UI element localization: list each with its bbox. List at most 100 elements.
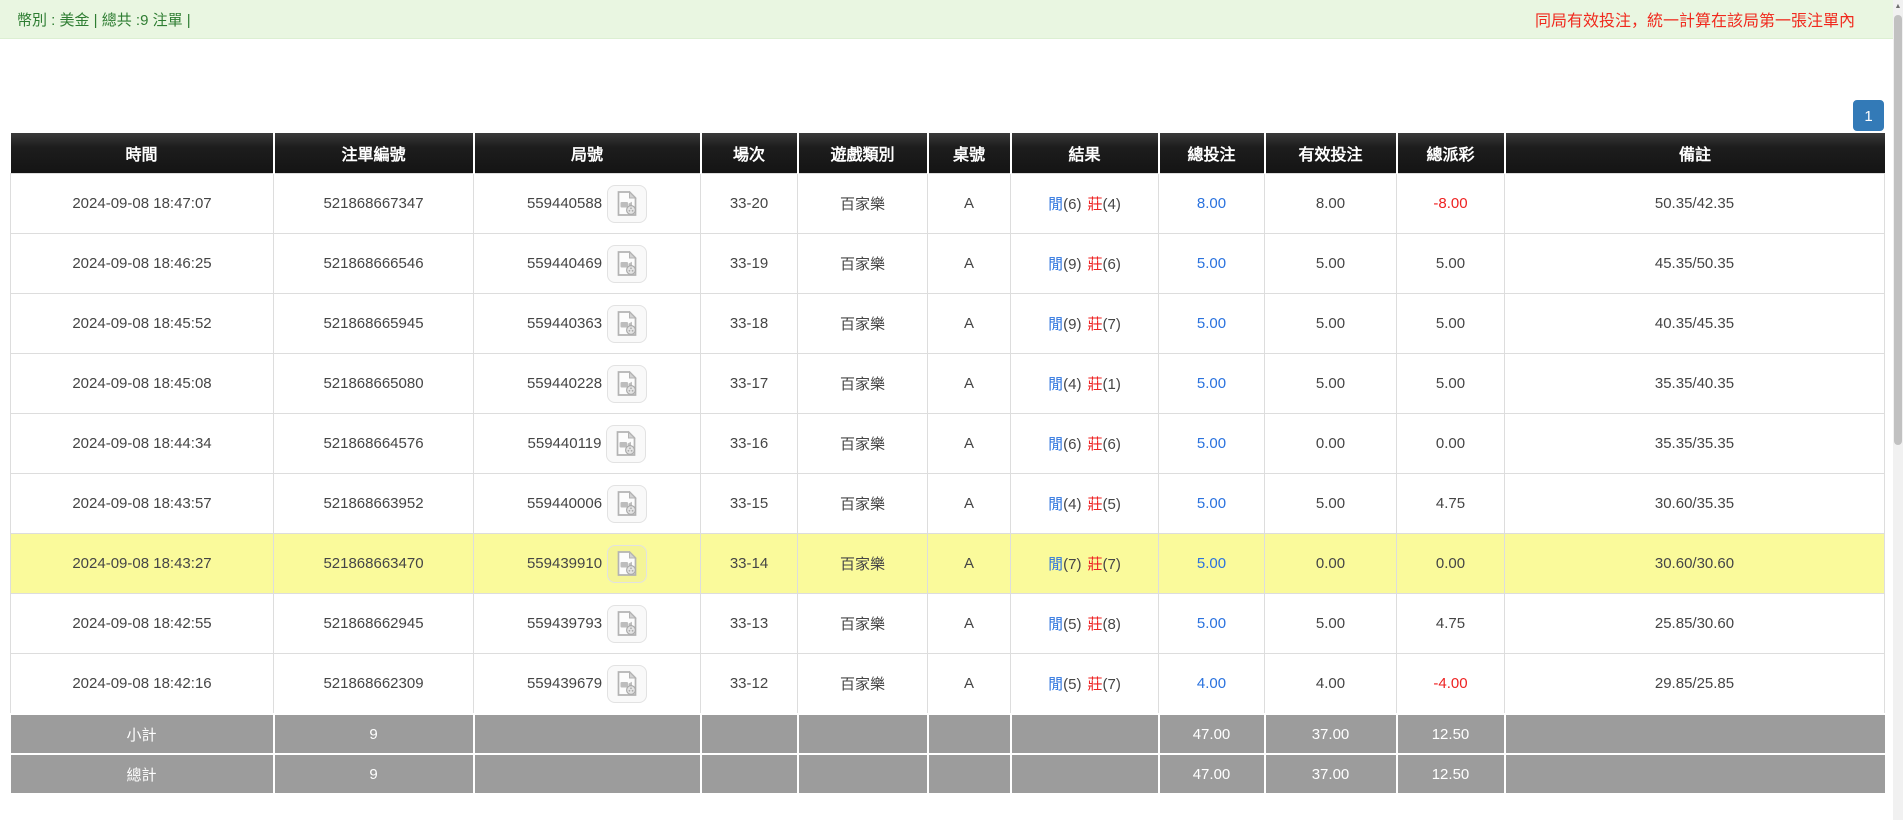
cell-table-no: A <box>927 473 1011 534</box>
cell-valid-bet: 5.00 <box>1264 473 1397 534</box>
subtotal-count: 9 <box>273 713 475 755</box>
player-result-score: (9) <box>1063 256 1082 273</box>
up-arrow-icon[interactable]: ▲ <box>1893 0 1903 14</box>
total-bet-link[interactable]: 5.00 <box>1197 315 1226 332</box>
header-game-type: 遊戲類別 <box>797 133 929 174</box>
video-replay-button[interactable] <box>606 424 647 463</box>
cell-payout: 5.00 <box>1396 233 1505 294</box>
cell-session: 33-19 <box>700 233 798 294</box>
cell-time: 2024-09-08 18:45:52 <box>10 293 274 354</box>
header-time: 時間 <box>10 133 275 174</box>
banker-result-score: (5) <box>1102 496 1121 513</box>
banker-result-score: (1) <box>1102 376 1121 393</box>
scrollbar[interactable]: ▲ <box>1893 0 1903 820</box>
total-bet-link[interactable]: 5.00 <box>1197 615 1226 632</box>
video-replay-button[interactable] <box>607 364 648 403</box>
table-row: 2024-09-08 18:47:07 521868667347 559440588… <box>10 173 1885 234</box>
cell-result: 閒(6) 莊(4) <box>1010 173 1159 234</box>
grand-total-count: 9 <box>273 753 475 795</box>
table-footer: 小計 9 47.00 37.00 12.50 總計 9 47.00 37.00 … <box>10 713 1885 795</box>
cell-session: 33-20 <box>700 173 798 234</box>
grand-total-label: 總計 <box>10 753 275 795</box>
player-result-score: (6) <box>1063 436 1082 453</box>
cell-result: 閒(7) 莊(7) <box>1010 533 1159 594</box>
cell-remark: 45.35/50.35 <box>1504 233 1885 294</box>
bet-records-table: 時間 注單編號 局號 場次 遊戲類別 桌號 結果 總投注 有效投注 總派彩 備註… <box>10 133 1885 795</box>
video-replay-icon <box>617 670 637 696</box>
player-result-score: (6) <box>1063 196 1082 213</box>
subtotal-row: 小計 9 47.00 37.00 12.50 <box>10 713 1885 755</box>
cell-time: 2024-09-08 18:47:07 <box>10 173 274 234</box>
total-bet-link[interactable]: 5.00 <box>1197 495 1226 512</box>
header-total-bet: 總投注 <box>1158 133 1266 174</box>
cell-round: 559440469 <box>473 233 701 294</box>
video-replay-icon <box>617 250 637 276</box>
header-payout: 總派彩 <box>1396 133 1506 174</box>
cell-game-type: 百家樂 <box>797 653 928 715</box>
video-replay-icon <box>617 310 637 336</box>
player-result-label: 閒 <box>1048 256 1064 273</box>
payout-value: 5.00 <box>1435 315 1466 332</box>
total-bet-link[interactable]: 8.00 <box>1197 195 1226 212</box>
pagination: 1 <box>10 100 1884 131</box>
video-replay-icon <box>617 370 637 396</box>
banker-result-label: 莊 <box>1087 496 1103 513</box>
cell-round: 559440006 <box>473 473 701 534</box>
header-valid-bet: 有效投注 <box>1264 133 1398 174</box>
grand-total-valid-bet: 37.00 <box>1264 753 1398 795</box>
player-result-label: 閒 <box>1048 556 1064 573</box>
cell-valid-bet: 5.00 <box>1264 353 1397 414</box>
video-replay-button[interactable] <box>607 664 648 703</box>
total-bet-link[interactable]: 5.00 <box>1197 555 1226 572</box>
cell-payout: 0.00 <box>1396 533 1505 594</box>
cell-table-no: A <box>927 293 1011 354</box>
cell-total-bet: 5.00 <box>1158 473 1265 534</box>
round-number: 559440119 <box>527 435 602 452</box>
cell-time: 2024-09-08 18:42:55 <box>10 593 274 654</box>
banker-result-score: (4) <box>1102 196 1121 213</box>
table-row: 2024-09-08 18:42:55 521868662945 559439793… <box>10 593 1885 654</box>
cell-time: 2024-09-08 18:44:34 <box>10 413 274 474</box>
cell-payout: 4.75 <box>1396 473 1505 534</box>
video-replay-button[interactable] <box>607 304 648 343</box>
cell-total-bet: 8.00 <box>1158 173 1265 234</box>
total-bet-link[interactable]: 5.00 <box>1197 375 1226 392</box>
total-bet-link[interactable]: 4.00 <box>1197 675 1226 692</box>
player-result-score: (5) <box>1063 676 1082 693</box>
cell-result: 閒(6) 莊(6) <box>1010 413 1159 474</box>
page-1-button[interactable]: 1 <box>1853 100 1884 131</box>
cell-session: 33-13 <box>700 593 798 654</box>
cell-result: 閒(9) 莊(6) <box>1010 233 1159 294</box>
total-bet-link[interactable]: 5.00 <box>1197 255 1226 272</box>
video-replay-button[interactable] <box>607 604 648 643</box>
cell-table-no: A <box>927 173 1011 234</box>
video-replay-button[interactable] <box>607 484 648 523</box>
cell-remark: 30.60/30.60 <box>1504 533 1885 594</box>
video-replay-icon <box>617 190 637 216</box>
video-replay-button[interactable] <box>607 244 648 283</box>
table-row: 2024-09-08 18:42:16 521868662309 559439679… <box>10 653 1885 715</box>
cell-result: 閒(5) 莊(7) <box>1010 653 1159 715</box>
payout-value: -4.00 <box>1433 675 1468 692</box>
header-bet-id: 注單編號 <box>273 133 475 174</box>
subtotal-valid-bet: 37.00 <box>1264 713 1398 755</box>
banker-result-score: (6) <box>1102 256 1121 273</box>
video-replay-button[interactable] <box>607 184 648 223</box>
cell-total-bet: 5.00 <box>1158 293 1265 354</box>
banker-result-label: 莊 <box>1087 196 1103 213</box>
cell-round: 559439910 <box>473 533 701 594</box>
cell-result: 閒(9) 莊(7) <box>1010 293 1159 354</box>
subtotal-total-bet: 47.00 <box>1158 713 1266 755</box>
scrollbar-thumb[interactable] <box>1894 15 1902 445</box>
payout-value: 0.00 <box>1435 555 1466 572</box>
cell-valid-bet: 5.00 <box>1264 293 1397 354</box>
video-replay-button[interactable] <box>607 544 648 583</box>
total-bet-link[interactable]: 5.00 <box>1197 435 1226 452</box>
payout-value: 4.75 <box>1435 615 1466 632</box>
cell-game-type: 百家樂 <box>797 533 928 594</box>
round-number: 559439793 <box>526 615 603 632</box>
cell-round: 559440119 <box>473 413 701 474</box>
cell-table-no: A <box>927 653 1011 715</box>
video-replay-icon <box>617 490 637 516</box>
banker-result-score: (7) <box>1102 316 1121 333</box>
